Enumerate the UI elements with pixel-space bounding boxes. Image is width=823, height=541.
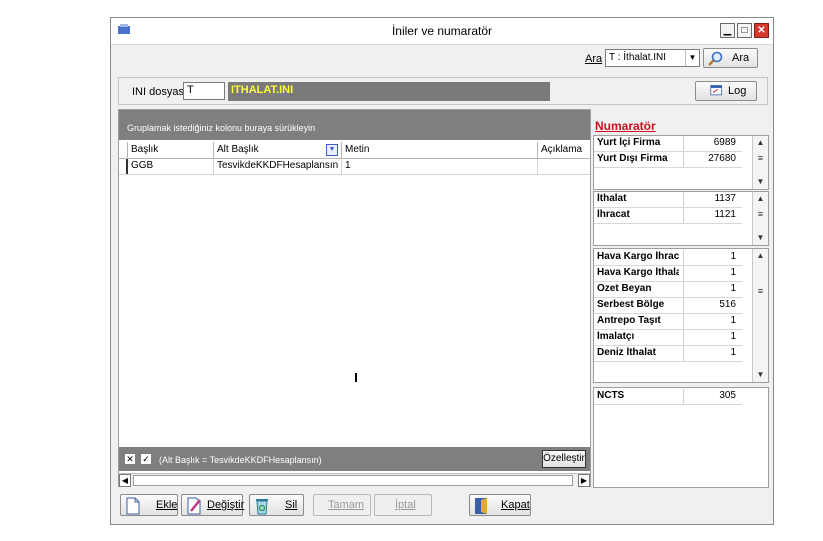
scroll-up-icon[interactable]: ▲ [753, 192, 768, 206]
ini-file-label: INI dosyası [132, 86, 188, 98]
list-item[interactable]: Özet Beyan 1 [594, 282, 742, 298]
recycle-bin-icon [256, 499, 268, 515]
row-indicator-header [119, 142, 128, 158]
list-item[interactable]: Hava Kargo İhracat 1 [594, 250, 742, 266]
ini-file-input[interactable]: T [183, 82, 225, 100]
search-label: Ara [585, 53, 603, 65]
ok-button[interactable]: Tamam [313, 494, 371, 516]
horizontal-scrollbar[interactable]: ◀ ▶ [119, 473, 590, 488]
scroll-right-icon[interactable]: ▶ [578, 474, 590, 487]
filter-icon[interactable]: ▼ [326, 144, 338, 156]
add-button[interactable]: Ekle [120, 494, 178, 516]
column-header-metin[interactable]: Metin [342, 142, 538, 158]
filter-bar: ✕ ✓ (Alt Başlık = TesvikdeKKDFHesaplansı… [119, 447, 590, 471]
main-window: İniler ve numaratör ▁ □ ✕ Ara T : İthala… [110, 17, 774, 525]
scroll-down-icon[interactable]: ▼ [753, 175, 768, 189]
scroll-grip-icon[interactable]: ≡ [753, 152, 768, 164]
vertical-scrollbar[interactable]: ▲ ≡ ▼ [752, 136, 768, 189]
list-item[interactable]: İhracat 1121 [594, 208, 742, 224]
group-by-panel[interactable]: Gruplamak istediğiniz kolonu buraya sürü… [119, 110, 590, 140]
list-item[interactable]: NCTS 305 [594, 389, 742, 405]
column-header-aciklama[interactable]: Açıklama [538, 142, 592, 158]
window-title: İniler ve numaratör [391, 24, 493, 38]
scroll-grip-icon[interactable]: ≡ [753, 208, 768, 220]
list-item[interactable]: İthalat 1137 [594, 192, 742, 208]
new-document-icon [126, 497, 140, 515]
grid-header: Başlık Alt Başlık ▼ Metin Açıklama [119, 142, 590, 159]
numerator-title: Numaratör [595, 119, 656, 133]
data-grid[interactable]: Gruplamak istediğiniz kolonu buraya sürü… [118, 109, 591, 488]
search-button[interactable]: Ara [703, 48, 758, 68]
maximize-button[interactable]: □ [737, 23, 752, 38]
log-button[interactable]: Log [695, 81, 757, 101]
clear-filter-checkbox[interactable]: ✕ [125, 454, 135, 464]
delete-button[interactable]: Sil [249, 494, 304, 516]
scroll-down-icon[interactable]: ▼ [753, 231, 768, 245]
chevron-down-icon: ▼ [685, 50, 699, 66]
cell-aciklama[interactable] [538, 159, 592, 174]
close-window-button[interactable]: ✕ [754, 23, 769, 38]
scroll-left-icon[interactable]: ◀ [119, 474, 131, 487]
ini-file-name: ITHALAT.INI [228, 82, 550, 101]
column-header-alt-baslik[interactable]: Alt Başlık ▼ [214, 142, 342, 158]
numerator-panel-ncts: NCTS 305 [593, 387, 769, 488]
list-item[interactable]: Yurt İçi Firma 6989 [594, 136, 742, 152]
scroll-up-icon[interactable]: ▲ [753, 136, 768, 150]
ini-select[interactable]: T : İthalat.INI ▼ [605, 49, 700, 67]
cell-metin[interactable]: 1 [342, 159, 538, 174]
minimize-button[interactable]: ▁ [720, 23, 735, 38]
cancel-button[interactable]: İptal [374, 494, 432, 516]
row-indicator[interactable] [119, 159, 128, 174]
numerator-panel-firms: Yurt İçi Firma 6989 Yurt Dışı Firma 2768… [593, 135, 769, 190]
enable-filter-checkbox[interactable]: ✓ [141, 454, 151, 464]
cell-baslik[interactable]: GGB [128, 159, 214, 174]
scroll-thumb[interactable] [133, 475, 573, 486]
scroll-down-icon[interactable]: ▼ [753, 368, 768, 382]
edit-button[interactable]: Değiştir [181, 494, 244, 516]
table-row[interactable]: GGB TesvikdeKKDFHesaplansın 1 [119, 159, 590, 175]
log-icon [710, 85, 723, 96]
pencil-icon [187, 497, 201, 515]
text-cursor [355, 373, 357, 382]
title-bar[interactable]: İniler ve numaratör ▁ □ ✕ [111, 18, 773, 45]
cell-alt-baslik[interactable]: TesvikdeKKDFHesaplansın [214, 159, 342, 174]
numerator-panel-trade: İthalat 1137 İhracat 1121 ▲ ≡ ▼ [593, 191, 769, 246]
exit-door-icon [475, 498, 487, 514]
vertical-scrollbar[interactable]: ▲ ≡ ▼ [752, 249, 768, 382]
column-header-baslik[interactable]: Başlık [128, 142, 214, 158]
list-item[interactable]: İmalatçı 1 [594, 330, 742, 346]
list-item[interactable]: Serbest Bölge 516 [594, 298, 742, 314]
customize-button[interactable]: Özelleştir [542, 450, 586, 468]
scroll-up-icon[interactable]: ▲ [753, 249, 768, 263]
ini-file-row: INI dosyası T ITHALAT.INI Log [118, 77, 768, 105]
filter-expression[interactable]: (Alt Başlık = TesvikdeKKDFHesaplansın) [159, 455, 322, 465]
list-item[interactable]: Antrepo Taşıt 1 [594, 314, 742, 330]
numerator-panel-declarations: Hava Kargo İhracat 1 Hava Kargo İthalat … [593, 248, 769, 383]
magnifier-icon [708, 51, 723, 66]
vertical-scrollbar[interactable]: ▲ ≡ ▼ [752, 192, 768, 245]
list-item[interactable]: Deniz İthalat 1 [594, 346, 742, 362]
scroll-grip-icon[interactable]: ≡ [753, 285, 768, 297]
close-button[interactable]: Kapat [469, 494, 531, 516]
list-item[interactable]: Yurt Dışı Firma 27680 [594, 152, 742, 168]
list-item[interactable]: Hava Kargo İthalat 1 [594, 266, 742, 282]
